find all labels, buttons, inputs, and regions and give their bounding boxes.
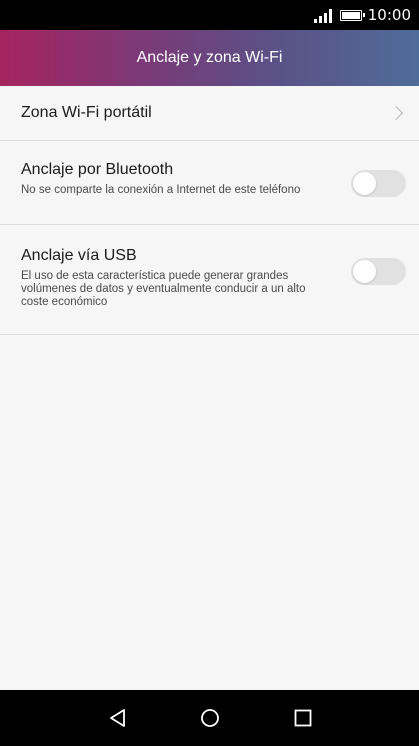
- list-item-title: Anclaje vía USB: [21, 247, 137, 264]
- signal-icon: [313, 8, 332, 23]
- page-title: Anclaje y zona Wi-Fi: [136, 49, 283, 66]
- list-item-portable-hotspot[interactable]: Zona Wi-Fi portátil: [0, 86, 419, 141]
- list-item-bluetooth-tethering[interactable]: Anclaje por Bluetooth No se comparte la …: [0, 141, 419, 225]
- list-item-usb-tethering[interactable]: Anclaje vía USB El uso de esta caracterí…: [0, 225, 419, 335]
- list-item-subtitle: El uso de esta característica puede gene…: [21, 270, 306, 308]
- list-item-subtitle: No se comparte la conexión a Internet de…: [21, 184, 301, 196]
- battery-icon: [339, 9, 365, 21]
- chevron-right-icon: [388, 105, 404, 121]
- bluetooth-tethering-toggle[interactable]: [351, 170, 406, 197]
- toggle-knob: [353, 260, 376, 283]
- status-time: 10:00: [367, 6, 411, 24]
- settings-list: Zona Wi-Fi portátil Anclaje por Bluetoot…: [0, 86, 419, 335]
- usb-tethering-toggle[interactable]: [351, 258, 406, 285]
- home-icon[interactable]: [200, 708, 220, 728]
- list-item-title: Zona Wi-Fi portátil: [21, 104, 152, 121]
- recent-apps-icon[interactable]: [293, 708, 313, 728]
- toggle-knob: [353, 172, 376, 195]
- back-icon[interactable]: [108, 708, 128, 728]
- navigation-bar: [0, 690, 419, 746]
- list-item-title: Anclaje por Bluetooth: [21, 161, 174, 178]
- app-bar: Anclaje y zona Wi-Fi: [0, 30, 419, 86]
- status-bar: 10:00: [0, 0, 419, 30]
